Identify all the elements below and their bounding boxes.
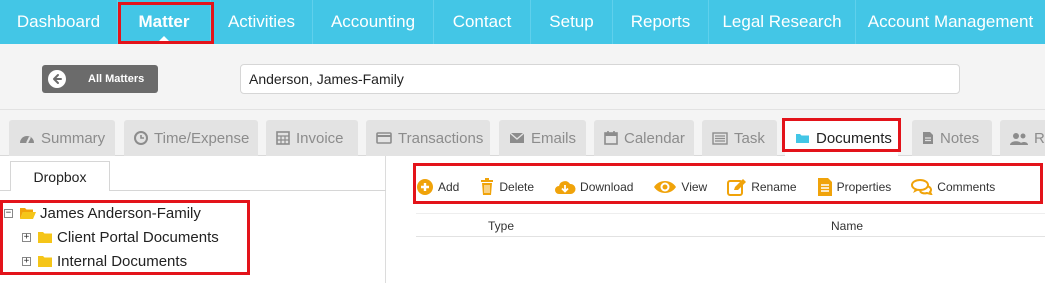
delete-button[interactable]: Delete: [479, 178, 534, 196]
nav-dashboard[interactable]: Dashboard: [0, 0, 118, 44]
folder-icon: [38, 255, 52, 267]
tab-transactions-label: Transactions: [398, 129, 484, 147]
calendar-icon: [604, 131, 618, 145]
tab-calendar[interactable]: Calendar: [594, 120, 694, 156]
view-label: View: [681, 180, 708, 194]
nav-account-management[interactable]: Account Management: [856, 0, 1045, 44]
add-label: Add: [438, 180, 460, 194]
tab-time-expense[interactable]: Time/Expense: [124, 120, 258, 156]
nav-activities[interactable]: Activities: [211, 0, 313, 44]
tab-emails[interactable]: Emails: [499, 120, 586, 156]
download-button[interactable]: Download: [554, 179, 633, 195]
tab-transactions[interactable]: Transactions: [366, 120, 490, 156]
nav-reports[interactable]: Reports: [613, 0, 709, 44]
credit-card-icon: [376, 132, 392, 144]
tab-notes-label: Notes: [940, 129, 980, 147]
tab-calendar-label: Calendar: [624, 129, 685, 147]
nav-account-management-label: Account Management: [867, 12, 1034, 31]
rename-button[interactable]: Rename: [727, 178, 797, 196]
list-icon: [712, 131, 728, 145]
all-matters-label: All Matters: [88, 73, 145, 85]
document-icon: [817, 178, 832, 196]
file-icon: [923, 132, 933, 144]
download-label: Download: [580, 180, 634, 194]
nav-dashboard-label: Dashboard: [16, 12, 101, 31]
tab-task-label: Task: [734, 129, 765, 147]
tab-documents-label: Documents: [816, 129, 892, 147]
matter-bar: All Matters: [0, 44, 1045, 110]
tab-related-label: Re: [1034, 129, 1045, 147]
nav-reports-label: Reports: [630, 12, 691, 31]
tab-emails-label: Emails: [531, 129, 577, 147]
tree-item-client-portal-label: Client Portal Documents: [57, 228, 219, 246]
nav-legal-research-label: Legal Research: [722, 12, 842, 31]
tree-item-internal[interactable]: + Internal Documents: [22, 250, 187, 272]
tab-time-expense-label: Time/Expense: [154, 129, 250, 147]
users-icon: [1010, 132, 1028, 145]
tab-documents[interactable]: Documents: [785, 120, 898, 156]
expand-icon[interactable]: +: [22, 256, 31, 266]
nav-matter-label: Matter: [138, 12, 190, 31]
folder-panel: Dropbox − James Anderson-Family + Client…: [0, 156, 386, 283]
view-button[interactable]: View: [653, 179, 707, 195]
comments-icon: [911, 179, 933, 195]
nav-matter[interactable]: Matter: [118, 0, 211, 44]
plus-circle-icon: [417, 179, 433, 195]
tree-item-client-portal[interactable]: + Client Portal Documents: [22, 226, 219, 248]
nav-accounting-label: Accounting: [330, 12, 416, 31]
eye-icon: [654, 181, 677, 193]
add-button[interactable]: Add: [416, 178, 459, 196]
tab-task[interactable]: Task: [702, 120, 777, 156]
tab-summary[interactable]: Summary: [9, 120, 115, 156]
dashboard-icon: [20, 136, 34, 144]
edit-icon: [727, 179, 747, 196]
folder-open-icon: [20, 207, 36, 219]
tab-summary-label: Summary: [41, 129, 106, 147]
tab-notes[interactable]: Notes: [912, 120, 992, 156]
tree-root[interactable]: − James Anderson-Family: [4, 202, 201, 224]
tree-root-label: James Anderson-Family: [40, 204, 201, 222]
folder-icon: [796, 134, 809, 143]
nav-contact-label: Contact: [452, 12, 512, 31]
column-type[interactable]: Type: [488, 219, 514, 233]
tab-related[interactable]: Re: [1000, 120, 1045, 156]
expand-icon[interactable]: +: [22, 232, 31, 242]
nav-contact[interactable]: Contact: [434, 0, 531, 44]
tree-item-internal-label: Internal Documents: [57, 252, 188, 270]
tab-invoice-label: Invoice: [296, 129, 344, 147]
envelope-icon: [509, 132, 525, 143]
documents-panel: Add Delete Download View Rename Properti…: [386, 156, 1045, 283]
arrow-left-icon: [48, 70, 66, 88]
tab-dropbox-label: Dropbox: [33, 168, 87, 185]
matter-tabs: Summary Time/Expense Invoice Transaction…: [0, 110, 1045, 156]
rename-label: Rename: [751, 180, 797, 194]
calculator-icon: [276, 131, 290, 145]
trash-icon: [481, 178, 494, 195]
all-matters-button[interactable]: All Matters: [42, 65, 158, 93]
active-caret-icon: [156, 36, 172, 44]
comments-button[interactable]: Comments: [911, 179, 995, 195]
folder-icon: [38, 231, 52, 243]
tab-invoice[interactable]: Invoice: [266, 120, 358, 156]
nav-legal-research[interactable]: Legal Research: [709, 0, 856, 44]
top-navigation: Dashboard Matter Activities Accounting C…: [0, 0, 1045, 44]
comments-label: Comments: [937, 180, 996, 194]
collapse-icon[interactable]: −: [4, 208, 13, 218]
nav-setup-label: Setup: [549, 12, 594, 31]
documents-toolbar: Add Delete Download View Rename Properti…: [416, 170, 1042, 204]
properties-button[interactable]: Properties: [817, 177, 892, 197]
properties-label: Properties: [836, 180, 892, 194]
nav-activities-label: Activities: [227, 12, 296, 31]
clock-icon: [134, 131, 148, 145]
cloud-download-icon: [555, 181, 576, 194]
matter-name-field[interactable]: [240, 64, 960, 94]
nav-accounting[interactable]: Accounting: [313, 0, 434, 44]
delete-label: Delete: [499, 180, 535, 194]
nav-setup[interactable]: Setup: [531, 0, 613, 44]
tab-dropbox[interactable]: Dropbox: [10, 161, 110, 191]
column-name[interactable]: Name: [831, 219, 863, 233]
documents-table-header: Type Name: [416, 213, 1045, 237]
